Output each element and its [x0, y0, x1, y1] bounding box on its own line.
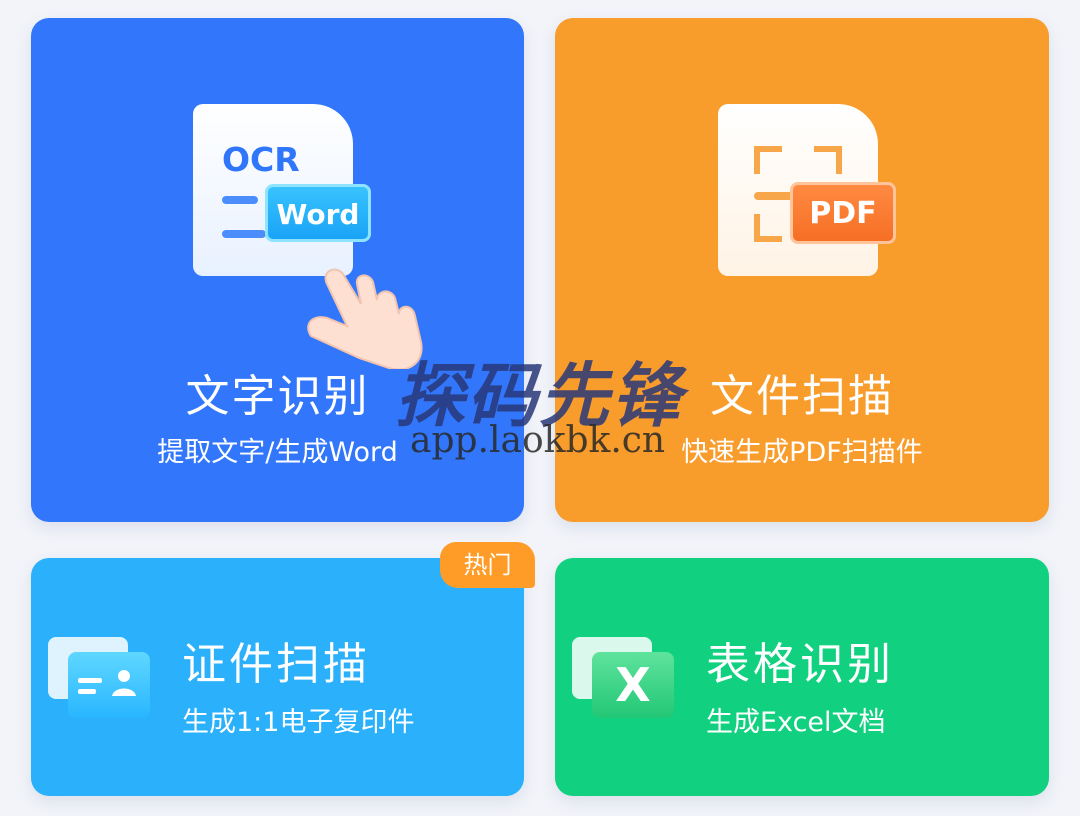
table-recognition-card[interactable]: X 表格识别 生成Excel文档	[555, 558, 1049, 796]
table-subtitle: 生成Excel文档	[706, 707, 886, 738]
id-card-icon	[68, 652, 150, 718]
id-scan-card[interactable]: 热门 证件扫描 生成1:1电子复印件	[31, 542, 535, 796]
scan-corner	[814, 146, 842, 174]
scan-line	[754, 192, 794, 200]
ocr-icon-text: OCR	[222, 140, 300, 179]
table-title: 表格识别	[706, 639, 894, 690]
id-subtitle: 生成1:1电子复印件	[182, 707, 415, 738]
id-title: 证件扫描	[182, 639, 370, 690]
hot-badge: 热门	[440, 542, 535, 588]
watermark-url: app.laokbk.cn	[410, 420, 666, 461]
pdf-tag: PDF	[790, 182, 896, 244]
doc-line	[222, 196, 258, 204]
excel-icon: X	[592, 652, 674, 718]
doc-line	[222, 230, 266, 238]
scan-corner	[754, 146, 782, 174]
scan-corner	[754, 214, 782, 242]
word-tag: Word	[265, 184, 371, 242]
